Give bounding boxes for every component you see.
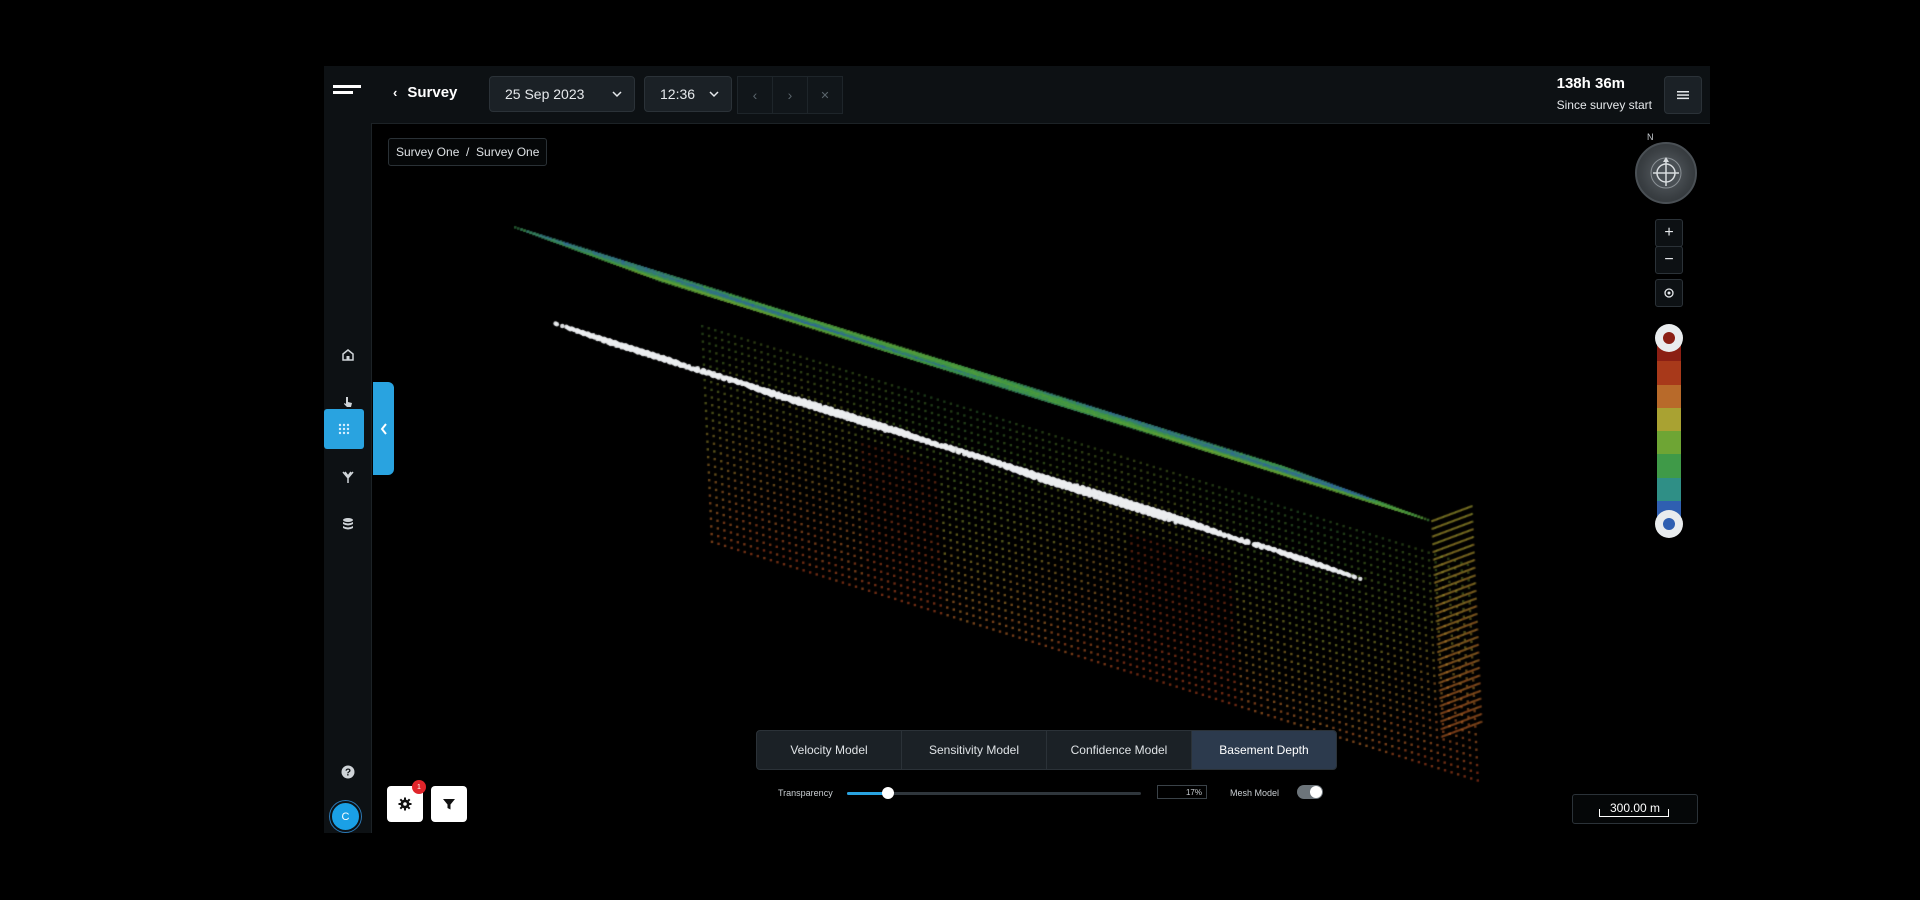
top-bar: ‹ Survey 25 Sep 2023 12:36 ‹ › ✕ 138h 36… [371,66,1710,124]
chevron-left-icon: ‹ [752,87,758,103]
color-legend [1655,324,1683,538]
avatar-initial: C [341,810,350,823]
elapsed-caption: Since survey start [1556,98,1652,112]
tab-velocity-model[interactable]: Velocity Model [757,731,902,769]
back-button[interactable]: ‹ Survey [393,84,457,101]
zoom-in-button[interactable]: + [1655,219,1683,247]
elapsed-time: 138h 36m Since survey start [1557,75,1652,112]
sidebar-item-grid[interactable] [324,409,364,449]
collapse-panel-button[interactable] [373,382,394,475]
filter-button[interactable] [431,786,467,822]
chevron-left-icon [380,422,387,435]
transparency-label: Transparency [778,788,833,798]
settings-button[interactable]: 1 [387,780,426,822]
antenna-icon [341,471,354,483]
hamburger-icon [1677,91,1689,100]
scale-bar: 300.00 m [1572,794,1698,824]
back-label: Survey [407,84,458,101]
compass[interactable] [1635,142,1697,204]
previous-button[interactable]: ‹ [737,76,773,114]
time-dropdown[interactable]: 12:36 [644,76,732,112]
transparency-value[interactable]: 17% [1157,785,1207,799]
tab-basement-depth[interactable]: Basement Depth [1192,731,1336,769]
clear-button[interactable]: ✕ [807,76,843,114]
compass-icon [1650,157,1682,189]
scale-label: 300.00 m [1609,801,1661,815]
sidebar-item-home[interactable] [324,335,371,375]
help-button[interactable]: ? [324,752,371,792]
legend-min-handle[interactable] [1655,510,1683,538]
home-icon [341,349,354,361]
chevron-right-icon: › [787,87,793,103]
svg-text:?: ? [344,768,350,779]
database-icon [342,518,353,530]
gear-icon [398,797,412,811]
legend-swatch [1657,384,1681,408]
close-icon: ✕ [820,89,830,102]
legend-swatch [1657,431,1681,455]
legend-swatch [1657,477,1681,501]
pointer-icon [343,397,352,407]
next-button[interactable]: › [772,76,808,114]
date-dropdown[interactable]: 25 Sep 2023 [489,76,635,112]
model-tabs: Velocity Model Sensitivity Model Confidenc… [756,730,1337,770]
plus-icon: + [1664,224,1674,241]
target-icon [1664,288,1674,298]
mesh-model-label: Mesh Model [1230,788,1280,798]
voxel-model[interactable] [371,124,1710,833]
date-value: 25 Sep 2023 [505,86,585,102]
sidebar-item-antenna[interactable] [324,457,371,497]
app-logo[interactable] [329,76,366,106]
help-icon: ? [341,765,354,779]
sidebar: ? C [324,66,372,833]
menu-button[interactable] [1664,76,1702,114]
avatar[interactable]: C [330,801,361,832]
color-scale-bar [1657,338,1681,524]
minus-icon: − [1664,251,1674,268]
app-window: ? C ‹ Survey 25 Sep 2023 12:36 ‹ › ✕ 138… [324,66,1710,833]
toggle-knob [1310,786,1322,798]
tab-sensitivity-model[interactable]: Sensitivity Model [902,731,1047,769]
filter-icon [443,799,455,810]
chevron-left-icon: ‹ [393,85,398,100]
tab-confidence-model[interactable]: Confidence Model [1047,731,1192,769]
zoom-out-button[interactable]: − [1655,246,1683,274]
legend-max-handle[interactable] [1655,324,1683,352]
model-viewport[interactable] [371,124,1710,833]
breadcrumb[interactable]: Survey One / Survey One [388,138,548,166]
chevron-down-icon [612,91,622,98]
recenter-button[interactable] [1655,279,1683,307]
elapsed-value: 138h 36m [1556,75,1626,92]
sidebar-item-database[interactable] [324,504,371,544]
transparency-slider[interactable] [847,787,1141,799]
time-value: 12:36 [660,86,696,102]
legend-swatch [1657,361,1681,385]
notification-badge: 1 [412,780,426,794]
mesh-model-toggle[interactable] [1297,785,1323,799]
chevron-down-icon [709,91,719,98]
legend-swatch [1657,407,1681,431]
compass-north-label: N [1647,132,1654,142]
legend-swatch [1657,454,1681,478]
grid-icon [338,423,350,435]
